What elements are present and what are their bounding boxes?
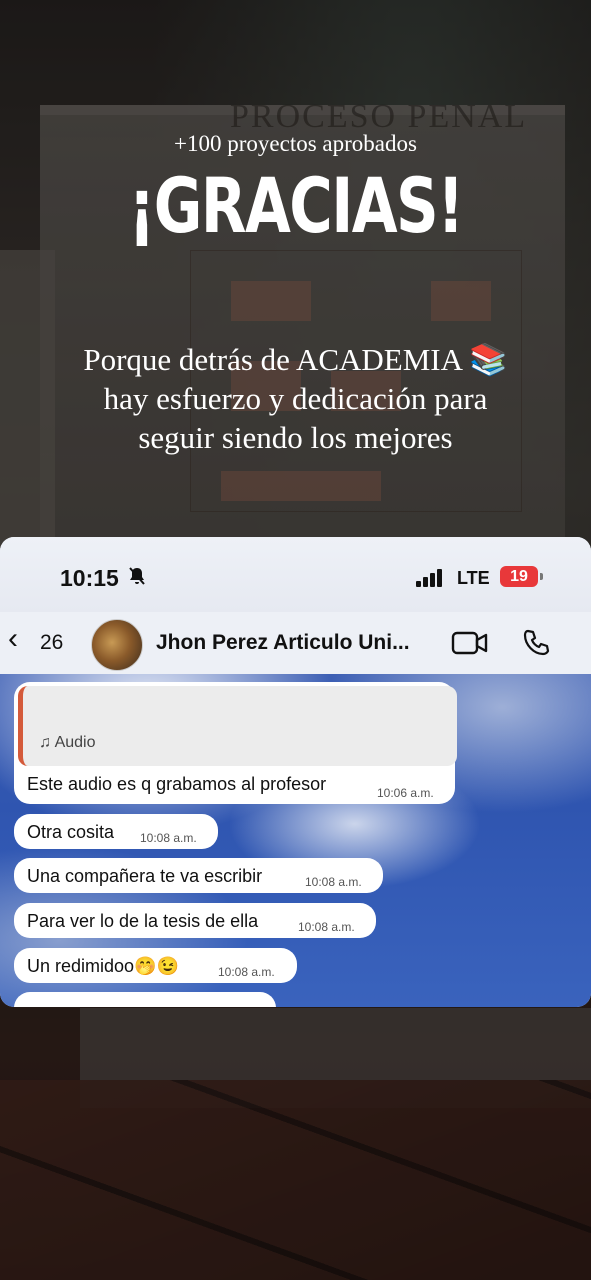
contact-name[interactable]: Jhon Perez Articulo Uni...	[156, 631, 410, 655]
message-time: 10:08 a.m.	[218, 965, 275, 979]
quoted-audio: ♫ Audio	[39, 734, 95, 752]
battery-tip	[540, 573, 543, 580]
message-text: Una compañera te va escribir	[27, 866, 263, 886]
chat-header: ‹ 26 Jhon Perez Articulo Uni...	[0, 612, 591, 674]
subtext: Porque detrás de ACADEMIA 📚 hay esfuerzo…	[0, 340, 591, 457]
clock: 10:15	[60, 565, 119, 591]
message-time: 10:08 a.m.	[140, 831, 197, 845]
kicker-text: +100 proyectos aprobados	[174, 131, 417, 156]
unread-count[interactable]: 26	[40, 631, 63, 655]
message-bubble[interactable]: Un redimidoo🤭😉 10:08 a.m.	[14, 948, 297, 983]
quoted-reply[interactable]: ♫ Audio	[18, 686, 457, 766]
video-call-icon[interactable]	[451, 630, 489, 656]
message-text: Para ver lo de la tesis de ella	[27, 911, 259, 931]
message-text: Un redimidoo🤭😉	[27, 956, 179, 976]
subtext-line: seguir siendo los mejores	[138, 420, 453, 455]
message-time: 10:08 a.m.	[305, 875, 362, 889]
battery-icon: 19	[500, 566, 538, 587]
subtext-line: hay esfuerzo y dedicación para	[103, 381, 488, 416]
phone-call-icon[interactable]	[521, 628, 551, 658]
message-bubble[interactable]: Para ver lo de la tesis de ella 10:08 a.…	[14, 903, 376, 938]
message-time: 10:06 a.m.	[377, 786, 434, 800]
message-bubble-partial[interactable]	[14, 992, 276, 1007]
message-time: 10:08 a.m.	[298, 920, 355, 934]
chat-screenshot: 10:15 LTE 19 ‹ 26 Jhon Perez Articulo Un…	[0, 537, 591, 1007]
bell-slash-icon	[127, 566, 147, 591]
music-note-icon: ♫	[39, 734, 51, 751]
chat-messages: ♫ Audio Este audio es q grabamos al prof…	[0, 674, 591, 1007]
message-bubble[interactable]: Otra cosita 10:08 a.m.	[14, 814, 218, 849]
message-text: Este audio es q grabamos al profesor	[27, 774, 327, 794]
status-bar: 10:15 LTE 19	[0, 537, 591, 612]
message-text: Otra cosita	[27, 822, 115, 842]
headline: ¡GRACIAS!	[128, 161, 464, 250]
subtext-line: Porque detrás de ACADEMIA 📚	[83, 342, 508, 377]
network-type: LTE	[457, 568, 490, 588]
quoted-audio-label: Audio	[54, 734, 96, 751]
message-bubble[interactable]: ♫ Audio Este audio es q grabamos al prof…	[14, 682, 457, 804]
signal-icon	[416, 569, 448, 587]
message-bubble[interactable]: Una compañera te va escribir 10:08 a.m.	[14, 858, 383, 893]
back-chevron-icon[interactable]: ‹	[8, 624, 18, 654]
avatar[interactable]	[91, 619, 143, 671]
